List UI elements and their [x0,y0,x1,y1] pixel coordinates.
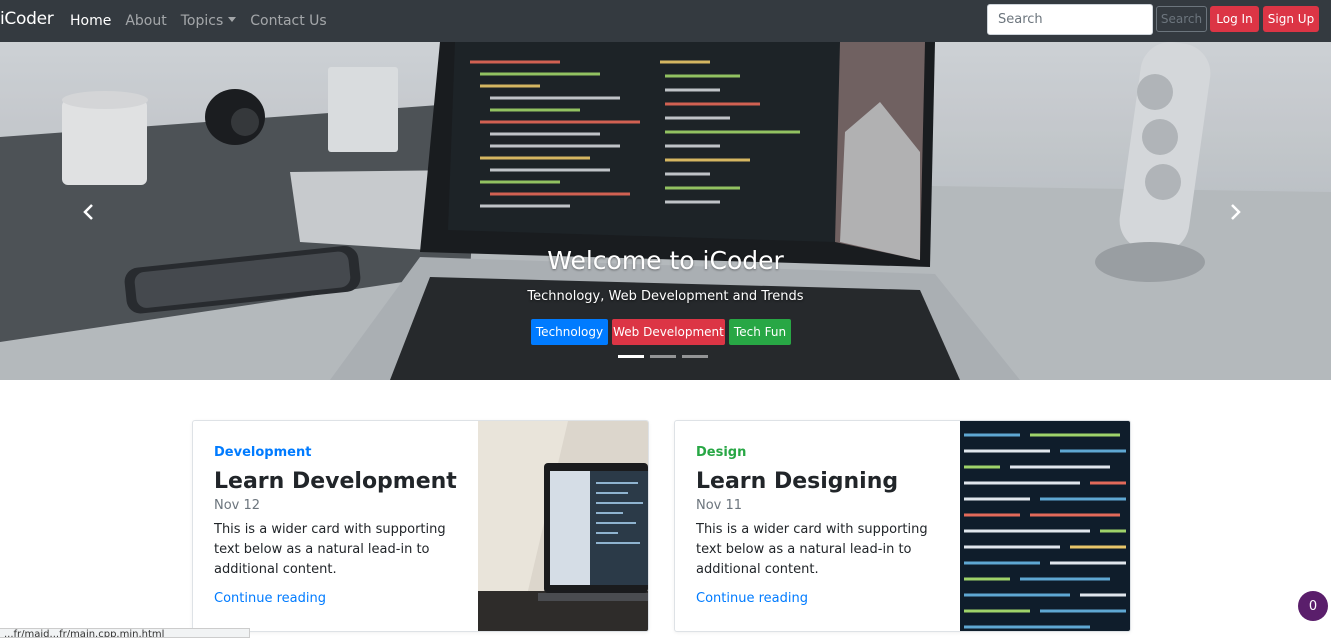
tag-tech-fun-button[interactable]: Tech Fun [729,319,791,345]
card-image-laptop [478,421,648,631]
caret-down-icon [228,16,237,22]
card-text: This is a wider card with supporting tex… [214,522,446,577]
browser-status-bar: ...fr/maid...fr/main.cpp.min.html [0,628,250,638]
card-title: Learn Designing [696,469,899,494]
carousel-indicators [618,355,714,358]
blog-card-design: Design Learn Designing Nov 11 This is a … [674,420,1131,632]
brand-logo[interactable]: iCoder [0,9,54,29]
carousel-indicator[interactable] [650,355,676,358]
nav-home[interactable]: Home [70,13,111,29]
card-image-code [960,421,1130,631]
continue-reading-link[interactable]: Continue reading [214,591,326,606]
carousel-subtitle: Technology, Web Development and Trends [527,289,804,304]
card-body: Development Learn Development Nov 12 Thi… [214,445,464,606]
tag-technology-button[interactable]: Technology [531,319,608,345]
search-input[interactable] [987,4,1153,35]
hero-carousel: Welcome to iCoder Technology, Web Develo… [0,42,1331,380]
nav-contact[interactable]: Contact Us [250,13,326,29]
card-text: This is a wider card with supporting tex… [696,522,928,577]
card-title: Learn Development [214,469,457,494]
navbar: iCoder Home About Topics Contact Us Sear… [0,0,1331,42]
carousel-next-button[interactable] [1225,202,1245,222]
card-body: Design Learn Designing Nov 11 This is a … [696,445,946,606]
card-date: Nov 12 [214,498,261,513]
card-category: Development [214,445,312,460]
chevron-right-icon [1231,204,1241,220]
notification-badge[interactable]: 0 [1298,591,1328,621]
search-button[interactable]: Search [1156,6,1207,32]
chevron-left-icon [83,204,93,220]
nav-about[interactable]: About [125,13,166,29]
card-date: Nov 11 [696,498,743,513]
carousel-indicator[interactable] [618,355,644,358]
tag-web-development-button[interactable]: Web Development [612,319,725,345]
card-category: Design [696,445,747,460]
nav-links: Home About Topics Contact Us [70,0,341,42]
continue-reading-link[interactable]: Continue reading [696,591,808,606]
carousel-title: Welcome to iCoder [547,246,784,275]
carousel-indicator[interactable] [682,355,708,358]
login-button[interactable]: Log In [1210,6,1259,32]
carousel-prev-button[interactable] [79,202,99,222]
signup-button[interactable]: Sign Up [1263,6,1319,32]
nav-topics-dropdown[interactable]: Topics [181,13,237,29]
nav-topics-label: Topics [180,13,224,29]
blog-card-development: Development Learn Development Nov 12 Thi… [192,420,649,632]
